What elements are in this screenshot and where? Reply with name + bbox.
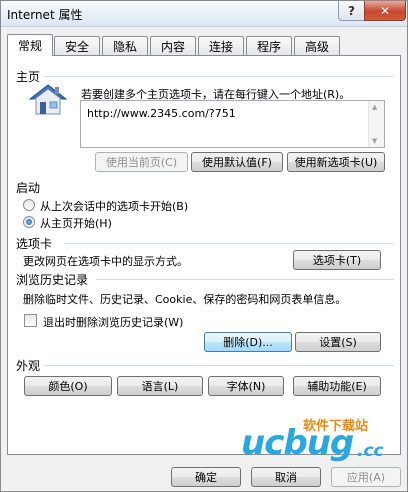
tab-privacy[interactable]: 隐私 [102,36,148,55]
use-default-button[interactable]: 使用默认值(F) [191,152,283,172]
general-tab-panel: 主页 若要创建多个主页选项卡，请在每行键入一个地址(R)。 http://www… [7,55,401,455]
divider [44,76,394,77]
home-page-url-value: http://www.2345.com/?751 [87,107,236,120]
tab-connections[interactable]: 连接 [198,36,244,55]
scroll-up-arrow-icon[interactable]: ▲ [372,103,377,111]
watermark-tld: .cc [357,441,384,461]
startup-home-radio[interactable] [23,216,35,228]
title-bar[interactable]: Internet 属性 ? ✕ [1,1,407,27]
history-description: 删除临时文件、历史记录、Cookie、保存的密码和网页表单信息。 [23,293,347,306]
home-page-url-textarea[interactable]: http://www.2345.com/?751 ▲ ▼ [80,100,385,148]
close-button[interactable]: ✕ [364,1,406,21]
startup-section-title: 启动 [16,181,41,195]
startup-last-session-label[interactable]: 从上次会话中的选项卡开始(B) [40,198,188,214]
apply-button[interactable]: 应用(A) [331,467,401,487]
tab-general[interactable]: 常规 [7,34,53,56]
tab-security[interactable]: 安全 [54,36,100,55]
house-icon [28,82,68,116]
tabs-settings-button[interactable]: 选项卡(T) [293,250,381,270]
divider [96,279,394,280]
use-current-button[interactable]: 使用当前页(C) [95,152,188,172]
window-title: Internet 属性 [7,8,83,22]
ok-button[interactable]: 确定 [171,467,241,487]
history-settings-button[interactable]: 设置(S) [295,332,381,352]
fonts-button[interactable]: 字体(N) [208,376,284,396]
divider [44,365,394,366]
appearance-section-title: 外观 [16,359,41,373]
use-new-tab-button[interactable]: 使用新选项卡(U) [287,152,385,172]
tabs-description: 更改网页在选项卡中的显示方式。 [23,255,188,268]
tabs-section-title: 选项卡 [16,237,53,251]
divider [64,243,394,244]
tab-advanced[interactable]: 高级 [294,36,340,55]
languages-button[interactable]: 语言(L) [117,376,203,396]
vertical-scrollbar[interactable]: ▲ ▼ [368,101,384,147]
startup-last-session-radio[interactable] [23,199,35,211]
accessibility-button[interactable]: 辅助功能(E) [293,376,381,396]
internet-properties-dialog: Internet 属性 ? ✕ 常规 安全 隐私 内容 连接 程序 高级 主页 … [0,0,408,492]
tab-content[interactable]: 内容 [150,36,196,55]
watermark-cn-text: 软件下载站 [303,419,369,434]
startup-home-label[interactable]: 从主页开始(H) [40,215,112,231]
colors-button[interactable]: 颜色(O) [24,376,112,396]
tab-programs[interactable]: 程序 [246,36,292,55]
delete-history-button[interactable]: 删除(D)... [204,332,292,352]
delete-history-on-exit-label[interactable]: 退出时删除浏览历史记录(W) [43,314,183,330]
help-button[interactable]: ? [338,1,365,21]
scroll-down-arrow-icon[interactable]: ▼ [372,137,377,145]
dialog-footer: 确定 取消 应用(A) [1,459,407,491]
delete-history-on-exit-checkbox[interactable] [24,314,37,327]
history-section-title: 浏览历史记录 [16,273,89,287]
cancel-button[interactable]: 取消 [251,467,321,487]
